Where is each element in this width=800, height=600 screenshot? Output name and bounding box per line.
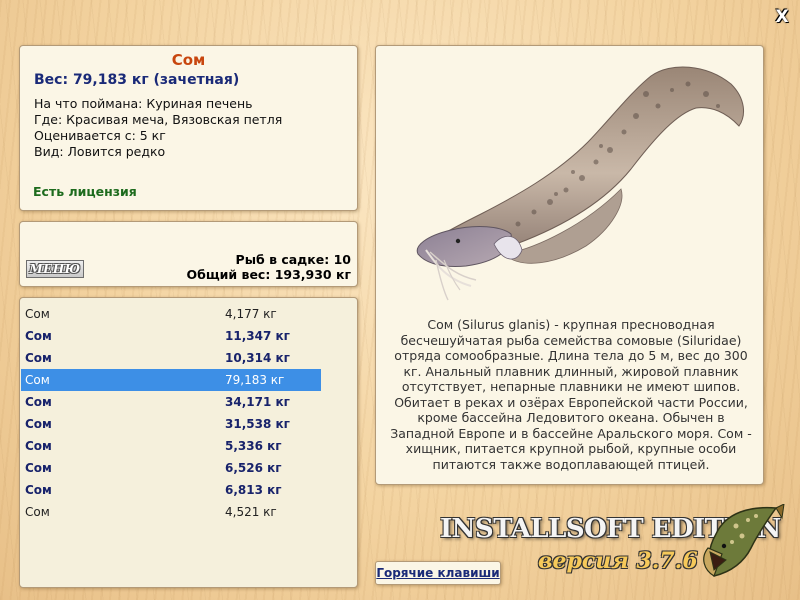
catfish-illustration	[416, 66, 744, 301]
location-info: Где: Красивая меча, Вязовская петля	[34, 112, 283, 127]
rarity-info: Вид: Ловится редко	[34, 144, 166, 159]
fish-info-panel: Сом Вес: 79,183 кг (зачетная) На что пой…	[19, 45, 358, 211]
catch-fish-weight: 6,813 кг	[225, 483, 282, 497]
catch-fish-name: Сом	[25, 439, 52, 453]
catch-fish-weight: 79,183 кг	[225, 373, 285, 387]
catch-row[interactable]: Сом 10,314 кг	[21, 347, 321, 369]
catch-row[interactable]: Сом 34,171 кг	[21, 391, 321, 413]
pike-logo-icon	[703, 504, 785, 577]
catch-fish-weight: 4,177 кг	[225, 307, 277, 321]
catch-fish-weight: 10,314 кг	[225, 351, 290, 365]
keep-net-panel: МЕНЮ Рыб в садке: 10 Общий вес: 193,930 …	[19, 221, 358, 287]
rated-from-info: Оценивается с: 5 кг	[34, 128, 166, 143]
catch-row[interactable]: Сом 6,813 кг	[21, 479, 321, 501]
catch-fish-name: Сом	[25, 461, 52, 475]
catch-row-selected[interactable]: Сом 79,183 кг	[21, 369, 321, 391]
catch-fish-weight: 4,521 кг	[225, 505, 277, 519]
fish-count: Рыб в садке: 10	[235, 252, 351, 267]
version-label: версия 3.7.6	[538, 548, 698, 574]
catch-row[interactable]: Сом 4,521 кг	[21, 501, 321, 523]
catch-fish-weight: 6,526 кг	[225, 461, 282, 475]
catch-row[interactable]: Сом 5,336 кг	[21, 435, 321, 457]
catch-fish-weight: 5,336 кг	[225, 439, 282, 453]
catch-fish-name: Сом	[25, 351, 52, 365]
menu-button[interactable]: МЕНЮ	[26, 260, 84, 278]
catch-fish-name: Сом	[25, 329, 52, 343]
catch-row[interactable]: Сом 4,177 кг	[21, 303, 321, 325]
close-button[interactable]: X	[773, 8, 791, 26]
fish-name-title: Сом	[171, 51, 206, 69]
license-status: Есть лицензия	[33, 184, 137, 199]
catch-fish-name: Сом	[25, 417, 52, 431]
catch-fish-weight: 31,538 кг	[225, 417, 290, 431]
catch-fish-name: Сом	[25, 373, 50, 387]
catch-fish-name: Сом	[25, 483, 52, 497]
close-icon: X	[775, 7, 789, 27]
catch-fish-name: Сом	[25, 395, 52, 409]
bait-info: На что поймана: Куриная печень	[34, 96, 253, 111]
fish-description-panel: Сом (Silurus glanis) - крупная пресновод…	[375, 45, 764, 485]
hotkeys-button[interactable]: Горячие клавиши	[375, 561, 501, 585]
catch-fish-name: Сом	[25, 505, 50, 519]
catch-list: Сом 4,177 кг Сом 11,347 кг Сом 10,314 кг Сом 79…	[21, 303, 321, 523]
catch-list-panel: Сом 4,177 кг Сом 11,347 кг Сом 10,314 кг Сом 79…	[19, 297, 358, 588]
fish-weight: Вес: 79,183 кг (зачетная)	[34, 72, 240, 88]
catch-row[interactable]: Сом 31,538 кг	[21, 413, 321, 435]
catch-fish-weight: 34,171 кг	[225, 395, 290, 409]
fish-description-text: Сом (Silurus glanis) - крупная пресновод…	[390, 317, 752, 472]
catch-fish-name: Сом	[25, 307, 50, 321]
total-weight: Общий вес: 193,930 кг	[186, 267, 352, 282]
catch-row[interactable]: Сом 6,526 кг	[21, 457, 321, 479]
catch-fish-weight: 11,347 кг	[225, 329, 290, 343]
catch-row[interactable]: Сом 11,347 кг	[21, 325, 321, 347]
